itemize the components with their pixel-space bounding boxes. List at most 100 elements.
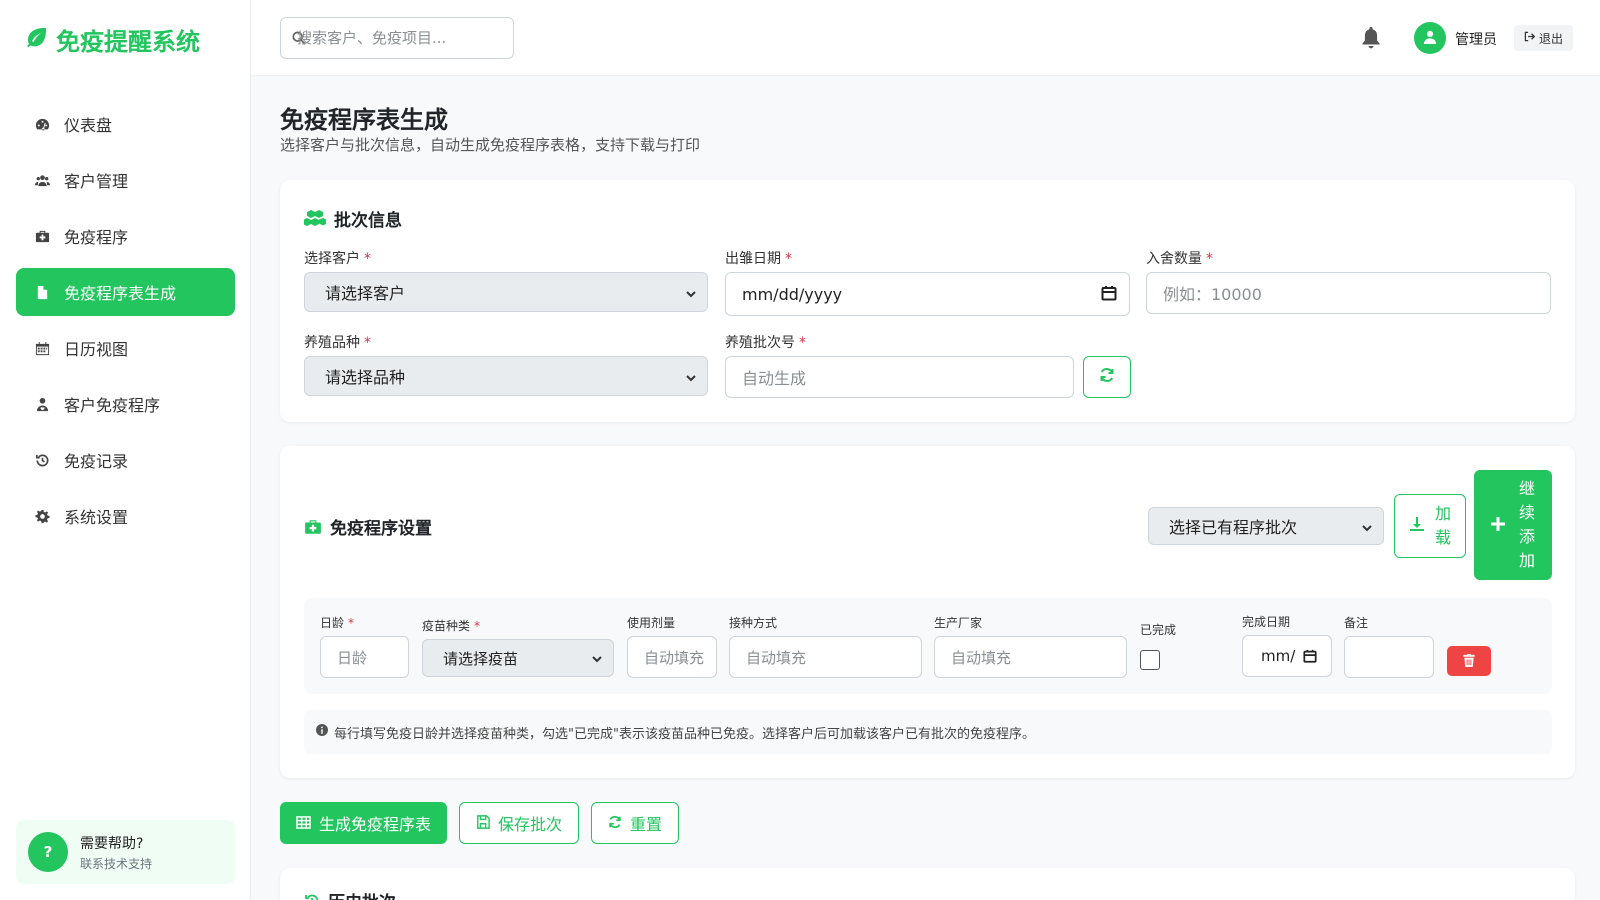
sidebar-item-program-generator[interactable]: 免疫程序表生成 <box>16 268 235 316</box>
table-icon <box>296 814 311 833</box>
customer-select[interactable]: 请选择客户 <box>304 272 708 312</box>
method-input[interactable]: 自动填充 <box>729 636 922 678</box>
method-label: 接种方式 <box>729 616 778 630</box>
delete-row-button[interactable] <box>1447 646 1491 676</box>
logout-label: 退出 <box>1539 31 1564 46</box>
hint-text: 每行填写免疫日龄并选择疫苗种类，勾选"已完成"表示该疫苗品种已免疫。选择客户后可… <box>334 726 1035 742</box>
age-input[interactable]: 日龄 <box>320 636 409 678</box>
user-doctor-icon <box>34 396 50 412</box>
add-row-button[interactable]: 继续添加 <box>1474 470 1552 580</box>
sidebar-item-label: 系统设置 <box>64 508 129 527</box>
help-box[interactable]: ? 需要帮助? 联系技术支持 <box>16 820 235 884</box>
chevron-down-icon <box>685 285 697 304</box>
hint-box: 每行填写免疫日龄并选择疫苗种类，勾选"已完成"表示该疫苗品种已免疫。选择客户后可… <box>304 710 1552 754</box>
sidebar-item-label: 日历视图 <box>64 340 129 359</box>
leaf-icon <box>24 25 48 55</box>
batch-no-input[interactable]: 自动生成 <box>725 356 1074 398</box>
file-icon <box>34 284 50 300</box>
info-icon <box>316 724 328 740</box>
program-settings-card: 免疫程序设置 选择已有程序批次 加载 继续添加 日龄 * 日龄 疫苗种类 * 请选择… <box>280 446 1575 778</box>
brand-title: 免疫提醒系统 <box>56 28 200 56</box>
refresh-icon <box>1099 367 1115 387</box>
done-date-input[interactable]: mm/ <box>1242 635 1332 677</box>
medkit-icon <box>304 518 322 536</box>
sidebar-nav: 仪表盘 客户管理 免疫程序 免疫程序表生成 日历视图 客户免疫程序 免疫记录 系… <box>16 100 235 548</box>
breed-label: 养殖品种 * <box>304 335 371 351</box>
username: 管理员 <box>1455 32 1497 48</box>
sidebar-item-immunization-program[interactable]: 免疫程序 <box>16 212 235 260</box>
user-icon <box>1423 29 1437 48</box>
trash-icon <box>1463 652 1475 671</box>
gear-icon <box>34 508 50 524</box>
generate-table-button[interactable]: 生成免疫程序表 <box>280 802 448 844</box>
users-icon <box>34 172 50 188</box>
count-label: 入舍数量 * <box>1146 251 1213 267</box>
sidebar-item-label: 客户免疫程序 <box>64 396 161 415</box>
dose-input[interactable]: 自动填充 <box>627 636 717 678</box>
calendar-icon[interactable] <box>1101 285 1117 305</box>
top-header: 管理员 退出 <box>251 0 1600 76</box>
done-label: 已完成 <box>1140 623 1177 637</box>
sidebar: 免疫提醒系统 仪表盘 客户管理 免疫程序 免疫程序表生成 日历视图 客户免疫程序 <box>0 0 251 900</box>
page-subtitle: 选择客户与批次信息，自动生成免疫程序表格，支持下载与打印 <box>280 136 701 154</box>
logout-button[interactable]: 退出 <box>1514 25 1574 51</box>
count-input[interactable]: 例如：10000 <box>1146 272 1551 314</box>
program-settings-title: 免疫程序设置 <box>304 514 432 539</box>
save-icon <box>476 814 490 833</box>
done-date-label: 完成日期 <box>1242 615 1291 629</box>
brand[interactable]: 免疫提醒系统 <box>24 22 200 57</box>
calendar-icon[interactable] <box>1303 649 1317 667</box>
customer-label: 选择客户 * <box>304 251 371 267</box>
sidebar-item-customers[interactable]: 客户管理 <box>16 156 235 204</box>
page-title: 免疫程序表生成 <box>280 106 448 134</box>
bell-icon[interactable] <box>1361 27 1381 53</box>
cubes-icon <box>304 209 326 228</box>
medkit-icon <box>34 228 50 244</box>
maker-input[interactable]: 自动填充 <box>934 636 1127 678</box>
search-input[interactable] <box>297 18 507 58</box>
sidebar-item-customer-program[interactable]: 客户免疫程序 <box>16 380 235 428</box>
vaccine-select[interactable]: 请选择疫苗 <box>422 639 614 677</box>
history-card: 历史批次 <box>280 868 1575 900</box>
done-checkbox[interactable] <box>1140 650 1160 670</box>
sign-out-icon <box>1524 31 1536 45</box>
history-icon <box>34 452 50 468</box>
avatar[interactable] <box>1414 22 1446 54</box>
reset-button[interactable]: 重置 <box>591 802 680 844</box>
history-title: 历史批次 <box>304 888 396 900</box>
existing-batch-select[interactable]: 选择已有程序批次 <box>1148 507 1384 545</box>
load-program-button[interactable]: 加载 <box>1394 494 1466 558</box>
plus-icon <box>1491 516 1505 535</box>
sidebar-item-label: 免疫记录 <box>64 452 129 471</box>
dose-label: 使用剂量 <box>627 616 676 630</box>
save-batch-button[interactable]: 保存批次 <box>459 802 580 844</box>
age-label: 日龄 * <box>320 616 355 630</box>
sidebar-item-label: 免疫程序表生成 <box>64 284 177 303</box>
regenerate-batch-no-button[interactable] <box>1083 356 1131 398</box>
help-subtitle: 联系技术支持 <box>80 856 153 871</box>
search-box <box>280 17 514 59</box>
sidebar-item-label: 免疫程序 <box>64 228 129 247</box>
sidebar-item-calendar[interactable]: 日历视图 <box>16 324 235 372</box>
gauge-icon <box>34 116 50 132</box>
sidebar-item-settings[interactable]: 系统设置 <box>16 492 235 540</box>
help-icon: ? <box>28 832 68 872</box>
note-label: 备注 <box>1344 616 1369 630</box>
help-title: 需要帮助? <box>80 835 144 852</box>
breed-select[interactable]: 请选择品种 <box>304 356 708 396</box>
sidebar-item-label: 客户管理 <box>64 172 129 191</box>
vaccine-label: 疫苗种类 * <box>422 619 481 633</box>
hatch-date-label: 出雏日期 * <box>725 251 792 267</box>
maker-label: 生产厂家 <box>934 616 983 630</box>
note-input[interactable] <box>1344 636 1434 678</box>
sidebar-item-label: 仪表盘 <box>64 116 113 135</box>
sidebar-item-records[interactable]: 免疫记录 <box>16 436 235 484</box>
chevron-down-icon <box>591 651 603 669</box>
hatch-date-input[interactable]: mm/dd/yyyy <box>725 272 1130 316</box>
chevron-down-icon <box>1361 519 1373 538</box>
refresh-icon <box>608 814 622 833</box>
history-icon <box>304 893 320 900</box>
sidebar-item-dashboard[interactable]: 仪表盘 <box>16 100 235 148</box>
batch-info-title: 批次信息 <box>304 206 402 231</box>
batch-no-label: 养殖批次号 * <box>725 335 806 351</box>
